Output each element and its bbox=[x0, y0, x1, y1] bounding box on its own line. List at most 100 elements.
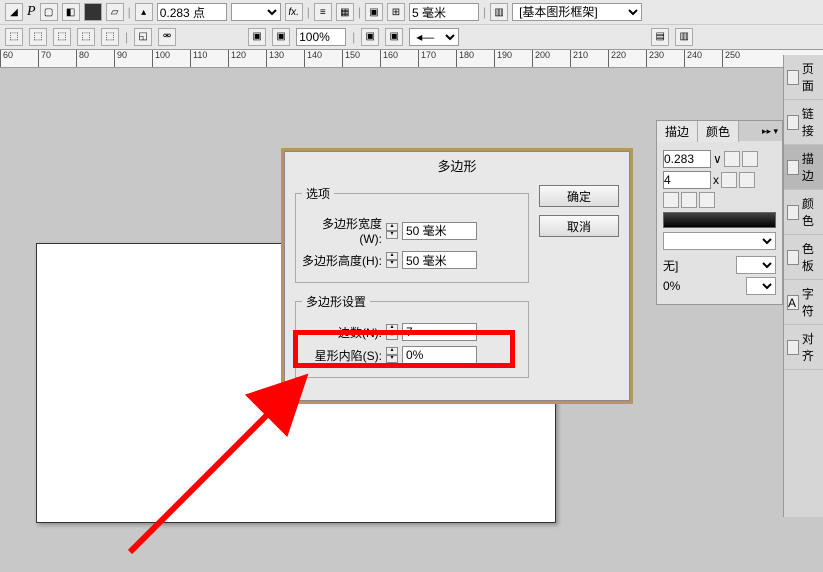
color-swatch-bar[interactable] bbox=[663, 212, 776, 228]
size-input[interactable] bbox=[409, 3, 479, 21]
miter-input[interactable] bbox=[663, 171, 711, 189]
sides-input[interactable] bbox=[402, 323, 477, 341]
divider: | bbox=[307, 5, 310, 19]
end-select[interactable] bbox=[736, 256, 776, 274]
text-wrap-icon[interactable]: ⬚ bbox=[101, 28, 119, 46]
align-stroke-icon[interactable] bbox=[681, 192, 697, 208]
pct-select[interactable] bbox=[746, 277, 776, 295]
stroke-icon bbox=[787, 160, 799, 175]
corner-icon[interactable]: ◱ bbox=[134, 28, 152, 46]
ruler-tick: 70 bbox=[38, 50, 76, 67]
link-icon[interactable]: ⚮ bbox=[158, 28, 176, 46]
text-wrap-icon[interactable]: ⬚ bbox=[5, 28, 23, 46]
ok-button[interactable]: 确定 bbox=[539, 185, 619, 207]
p-icon[interactable]: P bbox=[27, 4, 36, 20]
frame-icon[interactable]: ⊞ bbox=[387, 3, 405, 21]
ruler-tick: 240 bbox=[684, 50, 722, 67]
dock-swatch[interactable]: 色板 bbox=[784, 235, 823, 280]
tool-icon[interactable]: ◧ bbox=[62, 3, 80, 21]
frame-type-select[interactable]: [基本图形框架] bbox=[512, 3, 642, 21]
horizontal-ruler: 6070809010011012013014015016017018019020… bbox=[0, 50, 823, 68]
ruler-tick: 60 bbox=[0, 50, 38, 67]
sides-label: 边数(N): bbox=[302, 324, 382, 341]
ruler-tick: 150 bbox=[342, 50, 380, 67]
top-toolbar: ◢ P ▢ ◧ ▱ | ▴ fx. | ≡ ▦ | ▣ ⊞ | ▥ [基本图形框… bbox=[0, 0, 823, 50]
dock-link[interactable]: 链接 bbox=[784, 100, 823, 145]
none-label: 无] bbox=[663, 257, 678, 274]
ruler-tick: 200 bbox=[532, 50, 570, 67]
clip-icon[interactable]: ▣ bbox=[361, 28, 379, 46]
polygon-width-input[interactable] bbox=[402, 222, 477, 240]
text-wrap-icon[interactable]: ⬚ bbox=[53, 28, 71, 46]
dock-page[interactable]: 页面 bbox=[784, 55, 823, 100]
ruler-tick: 170 bbox=[418, 50, 456, 67]
cancel-button[interactable]: 取消 bbox=[539, 215, 619, 237]
polygon-dialog: 多边形 选项 多边形宽度(W): ▴▾ 多边形高度(H): ▴▾ bbox=[281, 148, 633, 404]
stroke-icon[interactable]: ▱ bbox=[106, 3, 124, 21]
align-icon[interactable]: ≡ bbox=[314, 3, 332, 21]
width-label: 多边形宽度(W): bbox=[302, 215, 382, 246]
stroke-style-select[interactable] bbox=[231, 3, 281, 21]
stroke-weight-mini-input[interactable] bbox=[663, 150, 711, 168]
align-stroke-icon[interactable] bbox=[699, 192, 715, 208]
tab-stroke[interactable]: 描边 bbox=[657, 121, 698, 142]
dock-align[interactable]: 对齐 bbox=[784, 325, 823, 370]
tab-color[interactable]: 颜色 bbox=[698, 121, 739, 142]
toolbar-row-1: ◢ P ▢ ◧ ▱ | ▴ fx. | ≡ ▦ | ▣ ⊞ | ▥ [基本图形框… bbox=[0, 0, 823, 24]
ruler-tick: 230 bbox=[646, 50, 684, 67]
arrow-select[interactable]: ◂— bbox=[409, 28, 459, 46]
inset-label: 星形内陷(S): bbox=[302, 347, 382, 364]
dock-char[interactable]: A字符 bbox=[784, 280, 823, 325]
ruler-tick: 80 bbox=[76, 50, 114, 67]
tool-icon[interactable]: ▢ bbox=[40, 3, 58, 21]
view-icon[interactable]: ▤ bbox=[651, 28, 669, 46]
fill-icon[interactable] bbox=[84, 3, 102, 21]
panel-menu-icon[interactable]: ▸▸ ▾ bbox=[758, 126, 782, 137]
frame-icon[interactable]: ▣ bbox=[365, 3, 383, 21]
polygon-height-input[interactable] bbox=[402, 251, 477, 269]
sides-spinner[interactable]: ▴▾ bbox=[386, 324, 398, 340]
align-stroke-icon[interactable] bbox=[663, 192, 679, 208]
inset-spinner[interactable]: ▴▾ bbox=[386, 347, 398, 363]
align-icon[interactable]: ▦ bbox=[336, 3, 354, 21]
fit-icon[interactable]: ▣ bbox=[272, 28, 290, 46]
star-inset-input[interactable] bbox=[402, 346, 477, 364]
dialog-title: 多边形 bbox=[285, 152, 629, 179]
ruler-tick: 220 bbox=[608, 50, 646, 67]
clip-icon[interactable]: ▣ bbox=[385, 28, 403, 46]
ruler-tick: 250 bbox=[722, 50, 760, 67]
right-dock: 页面 链接 描边 颜色 色板 A字符 对齐 bbox=[783, 55, 823, 517]
cap-icon[interactable] bbox=[742, 151, 758, 167]
stroke-color-panel: 描边 颜色 ▸▸ ▾ ∨ x 无] 0% bbox=[656, 120, 783, 305]
ruler-tick: 90 bbox=[114, 50, 152, 67]
stroke-weight-input[interactable] bbox=[157, 3, 227, 21]
x-label: x bbox=[713, 173, 719, 187]
stroke-type-select[interactable] bbox=[663, 232, 776, 250]
join-icon[interactable] bbox=[721, 172, 737, 188]
zoom-input[interactable] bbox=[296, 28, 346, 46]
fx-icon[interactable]: fx. bbox=[285, 3, 303, 21]
settings-group: 多边形设置 边数(N): ▴▾ 星形内陷(S): ▴▾ bbox=[295, 293, 529, 378]
divider: | bbox=[483, 5, 486, 19]
tool-icon[interactable]: ◢ bbox=[5, 3, 23, 21]
ruler-tick: 120 bbox=[228, 50, 266, 67]
height-label: 多边形高度(H): bbox=[302, 252, 382, 269]
height-spinner[interactable]: ▴▾ bbox=[386, 252, 398, 268]
options-group: 选项 多边形宽度(W): ▴▾ 多边形高度(H): ▴▾ bbox=[295, 185, 529, 283]
dock-stroke[interactable]: 描边 bbox=[784, 145, 823, 190]
fit-icon[interactable]: ▣ bbox=[248, 28, 266, 46]
spinner-up-icon[interactable]: ▴ bbox=[135, 3, 153, 21]
cap-icon[interactable] bbox=[724, 151, 740, 167]
divider: | bbox=[128, 5, 131, 19]
divider: | bbox=[352, 30, 355, 44]
width-spinner[interactable]: ▴▾ bbox=[386, 223, 398, 239]
extra-icon[interactable]: ▥ bbox=[490, 3, 508, 21]
color-icon bbox=[787, 205, 799, 220]
view-icon[interactable]: ▥ bbox=[675, 28, 693, 46]
dock-color[interactable]: 颜色 bbox=[784, 190, 823, 235]
join-icon[interactable] bbox=[739, 172, 755, 188]
text-wrap-icon[interactable]: ⬚ bbox=[29, 28, 47, 46]
settings-legend: 多边形设置 bbox=[302, 293, 370, 310]
text-wrap-icon[interactable]: ⬚ bbox=[77, 28, 95, 46]
pct-label: 0% bbox=[663, 279, 680, 293]
